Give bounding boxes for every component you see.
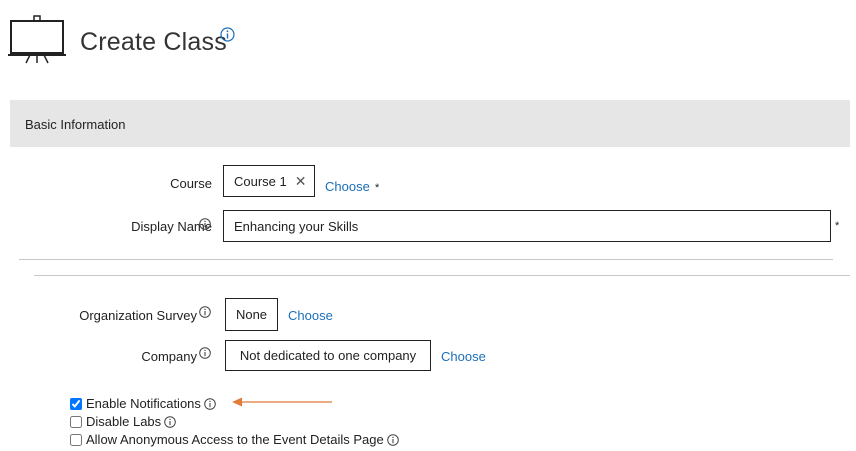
course-chip: Course 1 ✕ xyxy=(223,165,315,197)
course-label: Course xyxy=(170,176,212,191)
disable-labs-row[interactable]: Disable Labs xyxy=(70,414,176,429)
enable-notifications-checkbox[interactable] xyxy=(70,397,82,410)
presentation-board-icon xyxy=(8,15,66,64)
choose-company-link[interactable]: Choose xyxy=(441,349,486,364)
section-title: Basic Information xyxy=(25,117,126,132)
section-header: Basic Information xyxy=(10,100,850,147)
anonymous-access-checkbox[interactable] xyxy=(70,433,82,446)
required-marker: * xyxy=(835,220,840,232)
annotation-arrow-icon xyxy=(232,397,332,407)
info-icon[interactable] xyxy=(220,27,235,42)
anonymous-access-row[interactable]: Allow Anonymous Access to the Event Deta… xyxy=(70,432,399,447)
info-icon[interactable] xyxy=(164,415,176,428)
info-icon[interactable] xyxy=(199,306,211,318)
display-name-input[interactable] xyxy=(223,210,831,242)
choose-course-link[interactable]: Choose xyxy=(325,179,370,194)
info-icon[interactable] xyxy=(204,397,216,410)
info-icon[interactable] xyxy=(199,218,211,230)
divider xyxy=(19,259,833,260)
info-icon[interactable] xyxy=(199,347,211,359)
disable-labs-checkbox[interactable] xyxy=(70,415,82,428)
company-value: Not dedicated to one company xyxy=(225,340,431,371)
organization-survey-value: None xyxy=(225,298,278,331)
company-label: Company xyxy=(141,349,197,364)
choose-survey-link[interactable]: Choose xyxy=(288,308,333,323)
remove-course-icon[interactable]: ✕ xyxy=(295,173,307,190)
required-marker: * xyxy=(375,182,380,194)
info-icon[interactable] xyxy=(386,433,399,446)
anonymous-access-label: Allow Anonymous Access to the Event Deta… xyxy=(86,432,384,447)
divider xyxy=(34,275,850,276)
enable-notifications-label: Enable Notifications xyxy=(86,396,201,411)
course-value: Course 1 xyxy=(234,173,287,189)
enable-notifications-row[interactable]: Enable Notifications xyxy=(70,396,216,411)
organization-survey-label: Organization Survey xyxy=(79,308,197,323)
page-title: Create Class xyxy=(80,28,227,56)
disable-labs-label: Disable Labs xyxy=(86,414,162,429)
